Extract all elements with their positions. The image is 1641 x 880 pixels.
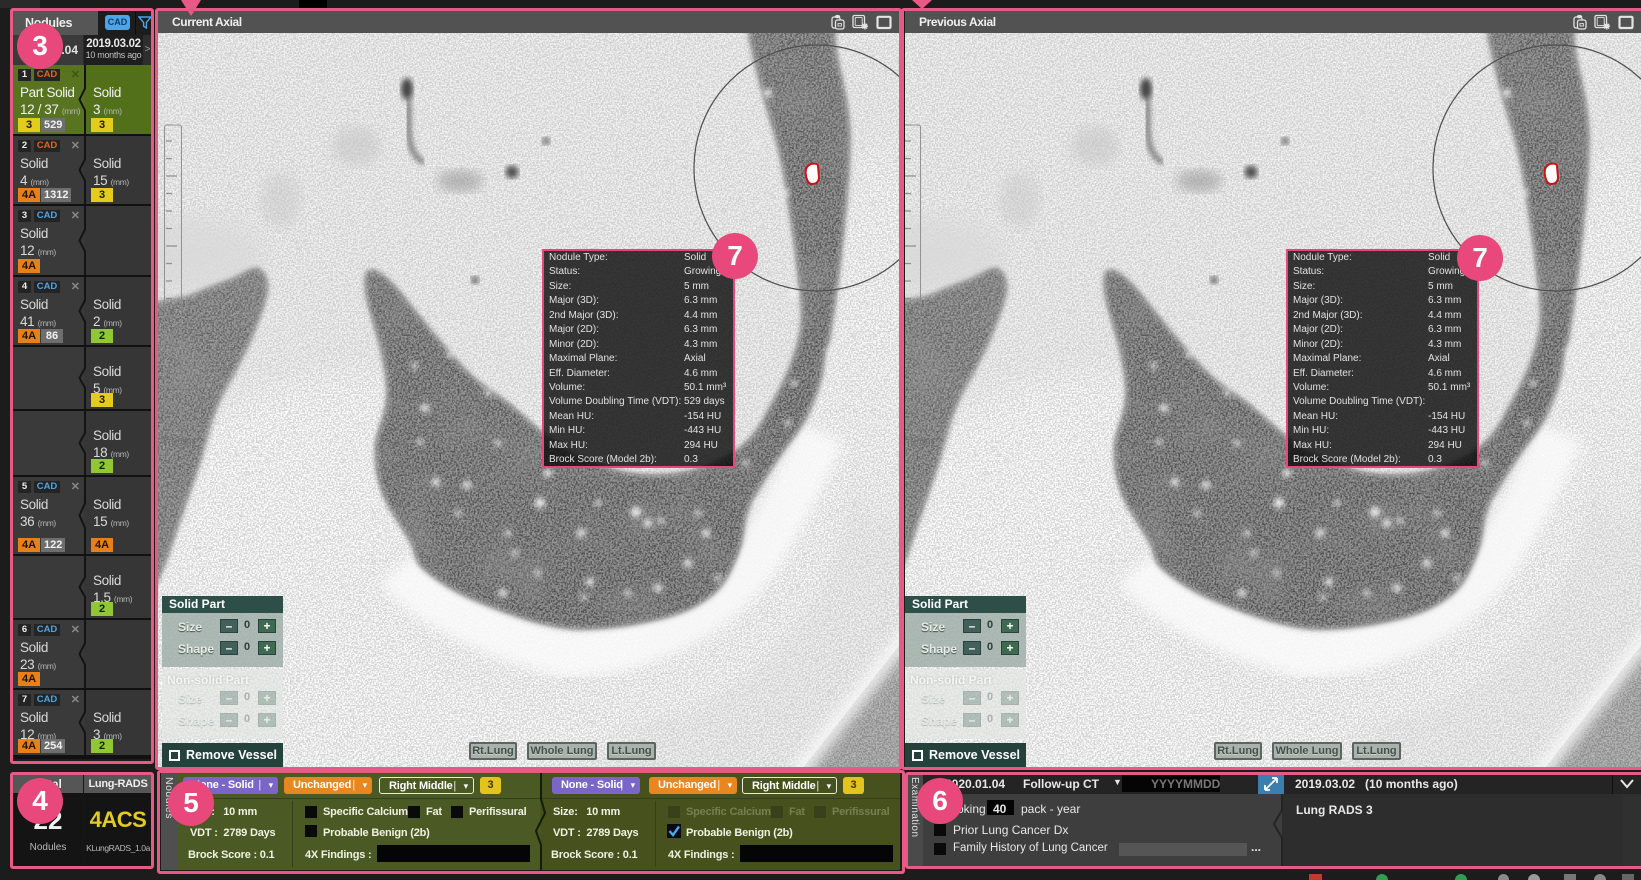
svg-text:7.0 cm: 7.0 cm: [162, 436, 195, 448]
svg-text:7.0 cm: 7.0 cm: [905, 436, 934, 448]
